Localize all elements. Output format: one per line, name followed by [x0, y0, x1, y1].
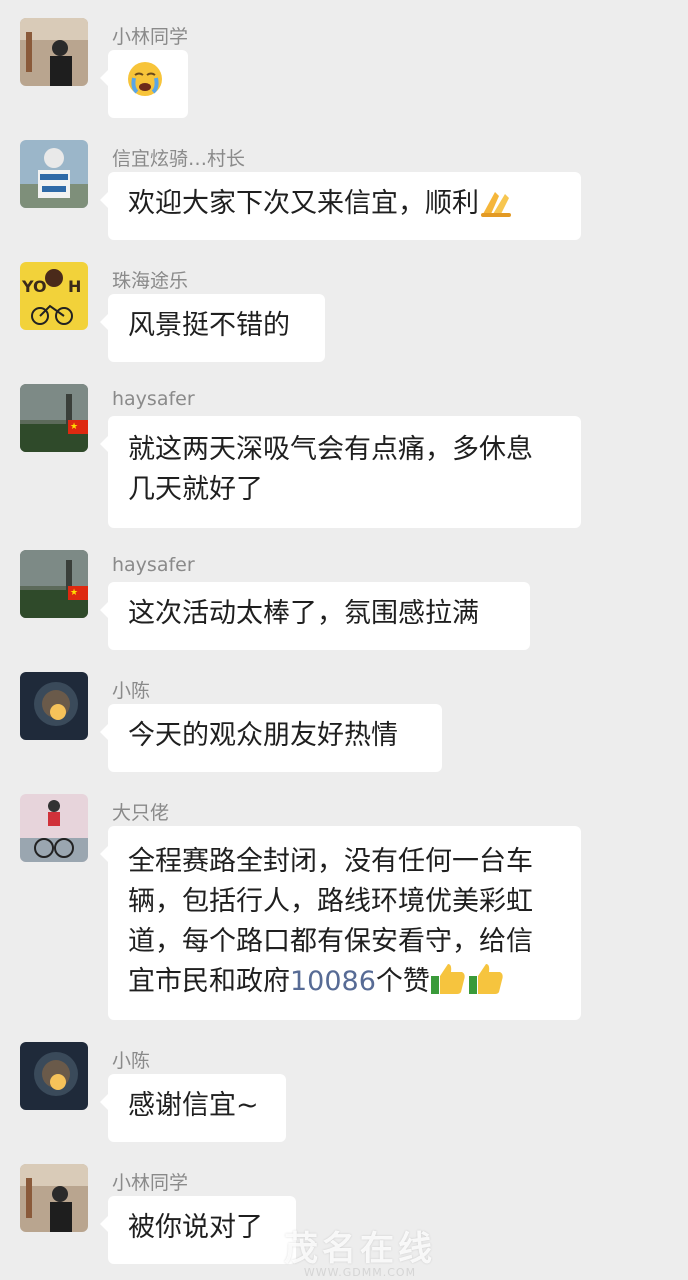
message-text: 被你说对了: [128, 1212, 263, 1243]
sender-name: 珠海途乐: [112, 270, 189, 292]
message-text: 全程赛路全封闭，没有任何一台车: [128, 846, 533, 877]
sender-name: 信宜炫骑…村长: [112, 148, 246, 170]
avatar[interactable]: [20, 794, 88, 862]
message-text: 辆，包括行人，路线环境优美彩虹: [128, 886, 533, 917]
flag-icon: ★: [68, 420, 88, 434]
avatar[interactable]: [20, 1164, 88, 1232]
message-text: 感谢信宜~: [128, 1090, 259, 1121]
message-bubble[interactable]: 风景挺不错的: [100, 294, 325, 362]
flag-icon: ★: [68, 586, 88, 600]
sender-name: 小陈: [112, 680, 151, 702]
message-text: 几天就好了: [128, 474, 263, 505]
message-text: 这次活动太棒了，氛围感拉满: [128, 598, 479, 629]
svg-text:YO: YO: [21, 277, 47, 296]
sender-name: haysafer: [112, 554, 195, 576]
crying-face-emoji-icon: [126, 60, 164, 110]
thumbs-up-emoji-icon: [430, 962, 506, 1008]
message-text: 今天的观众朋友好热情: [128, 720, 398, 751]
avatar[interactable]: YO H: [20, 262, 88, 330]
avatar[interactable]: [20, 140, 88, 208]
message-bubble[interactable]: 全程赛路全封闭，没有任何一台车 辆，包括行人，路线环境优美彩虹 道，每个路口都有…: [100, 826, 581, 1020]
watermark-logo: 茂名在线 WWW.GDMM.COM: [250, 1229, 470, 1279]
pray-hands-emoji-icon: [479, 186, 515, 230]
avatar[interactable]: [20, 1042, 88, 1110]
sender-name: 大只佬: [112, 802, 170, 824]
watermark-brand: 茂名在线: [284, 1229, 436, 1269]
message-bubble[interactable]: 感谢信宜~: [100, 1074, 286, 1142]
message-bubble[interactable]: 这次活动太棒了，氛围感拉满: [100, 582, 530, 650]
message-bubble[interactable]: 欢迎大家下次又来信宜，顺利: [100, 172, 581, 240]
phone-number-link[interactable]: 10086: [290, 966, 376, 997]
sender-name: 小陈: [112, 1050, 151, 1072]
sender-name: haysafer: [112, 388, 195, 410]
svg-text:H: H: [68, 277, 81, 296]
message-text: 风景挺不错的: [128, 310, 290, 341]
avatar[interactable]: ★: [20, 550, 88, 618]
message-text: 个赞: [375, 966, 430, 997]
message-bubble[interactable]: 今天的观众朋友好热情: [100, 704, 442, 772]
watermark-url: WWW.GDMM.COM: [303, 1266, 417, 1279]
message-bubble[interactable]: 就这两天深吸气会有点痛，多休息 几天就好了: [100, 416, 581, 528]
sender-name: 小林同学: [112, 26, 189, 48]
message-text: 道，每个路口都有保安看守，给信: [128, 926, 533, 957]
message-text: 宜市民和政府: [128, 966, 290, 997]
avatar[interactable]: [20, 672, 88, 740]
avatar[interactable]: [20, 18, 88, 86]
message-bubble[interactable]: [100, 50, 188, 118]
avatar[interactable]: ★: [20, 384, 88, 452]
message-text: 就这两天深吸气会有点痛，多休息: [128, 434, 533, 465]
sender-name: 小林同学: [112, 1172, 189, 1194]
message-text: 欢迎大家下次又来信宜，顺利: [128, 188, 479, 219]
